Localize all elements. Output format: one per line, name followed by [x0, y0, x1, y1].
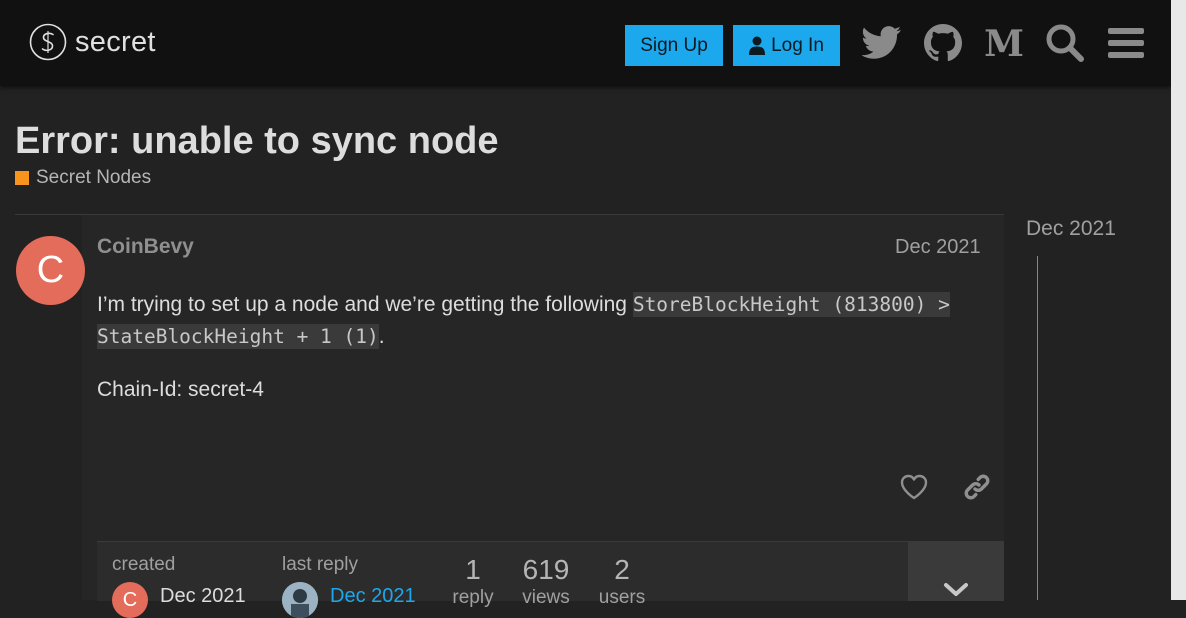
topic-map: created C Dec 2021 last reply Dec 2021 1… [97, 541, 1004, 618]
timeline-scroller[interactable] [1037, 256, 1038, 600]
timeline-start-date[interactable]: Dec 2021 [1026, 217, 1116, 241]
link-icon [964, 474, 990, 500]
category-name: Secret Nodes [36, 167, 152, 188]
views-count: 619 [522, 554, 570, 585]
logo-text: secret [75, 25, 156, 58]
secret-logo-icon [29, 23, 67, 61]
post-date[interactable]: Dec 2021 [895, 236, 981, 259]
users-count: 2 [614, 554, 630, 585]
page-scrollbar[interactable] [1171, 0, 1186, 600]
replies-count: 1 [465, 554, 481, 585]
share-link-button[interactable] [960, 470, 994, 504]
twitter-icon[interactable] [861, 22, 903, 64]
post-paragraph: I’m trying to set up a node and we’re ge… [97, 289, 992, 353]
svg-text:M: M [984, 26, 1024, 60]
home-logo[interactable]: secret [29, 23, 156, 61]
sign-up-button[interactable]: Sign Up [625, 25, 723, 66]
log-in-button[interactable]: Log In [733, 25, 840, 66]
expand-topic-map-button[interactable] [908, 542, 1004, 601]
category-color-swatch [15, 171, 29, 185]
user-icon [749, 36, 766, 55]
avatar-letter: C [36, 249, 65, 291]
post-text-intro: I’m trying to set up a node and we’re ge… [97, 293, 627, 316]
topic-title[interactable]: Error: unable to sync node [15, 120, 499, 163]
replies-label: reply [452, 587, 494, 608]
github-icon[interactable] [922, 22, 964, 64]
created-avatar-letter: C [122, 588, 138, 611]
medium-icon[interactable]: M [983, 22, 1025, 64]
chevron-down-icon [944, 583, 968, 596]
log-in-label: Log In [771, 34, 824, 56]
users-label: users [598, 587, 646, 608]
created-avatar[interactable]: C [112, 582, 148, 618]
post-content: I’m trying to set up a node and we’re ge… [97, 289, 992, 427]
avatar[interactable]: C [16, 236, 85, 305]
post-username[interactable]: CoinBevy [97, 235, 194, 259]
last-reply-date[interactable]: Dec 2021 [330, 585, 416, 608]
post-text-period: . [378, 325, 385, 348]
views-label: views [522, 587, 570, 608]
like-button[interactable] [897, 470, 931, 504]
chain-id-text: Chain-Id: secret-4 [97, 378, 264, 401]
last-reply-label: last reply [282, 554, 359, 575]
site-header: secret Sign Up Log In M [0, 0, 1171, 86]
heart-icon [900, 474, 928, 500]
created-date: Dec 2021 [160, 585, 246, 607]
search-icon[interactable] [1044, 22, 1086, 64]
last-reply-avatar[interactable] [282, 582, 318, 618]
hamburger-menu-icon[interactable] [1105, 22, 1147, 64]
category-badge[interactable]: Secret Nodes [15, 167, 151, 189]
created-label: created [112, 554, 176, 575]
